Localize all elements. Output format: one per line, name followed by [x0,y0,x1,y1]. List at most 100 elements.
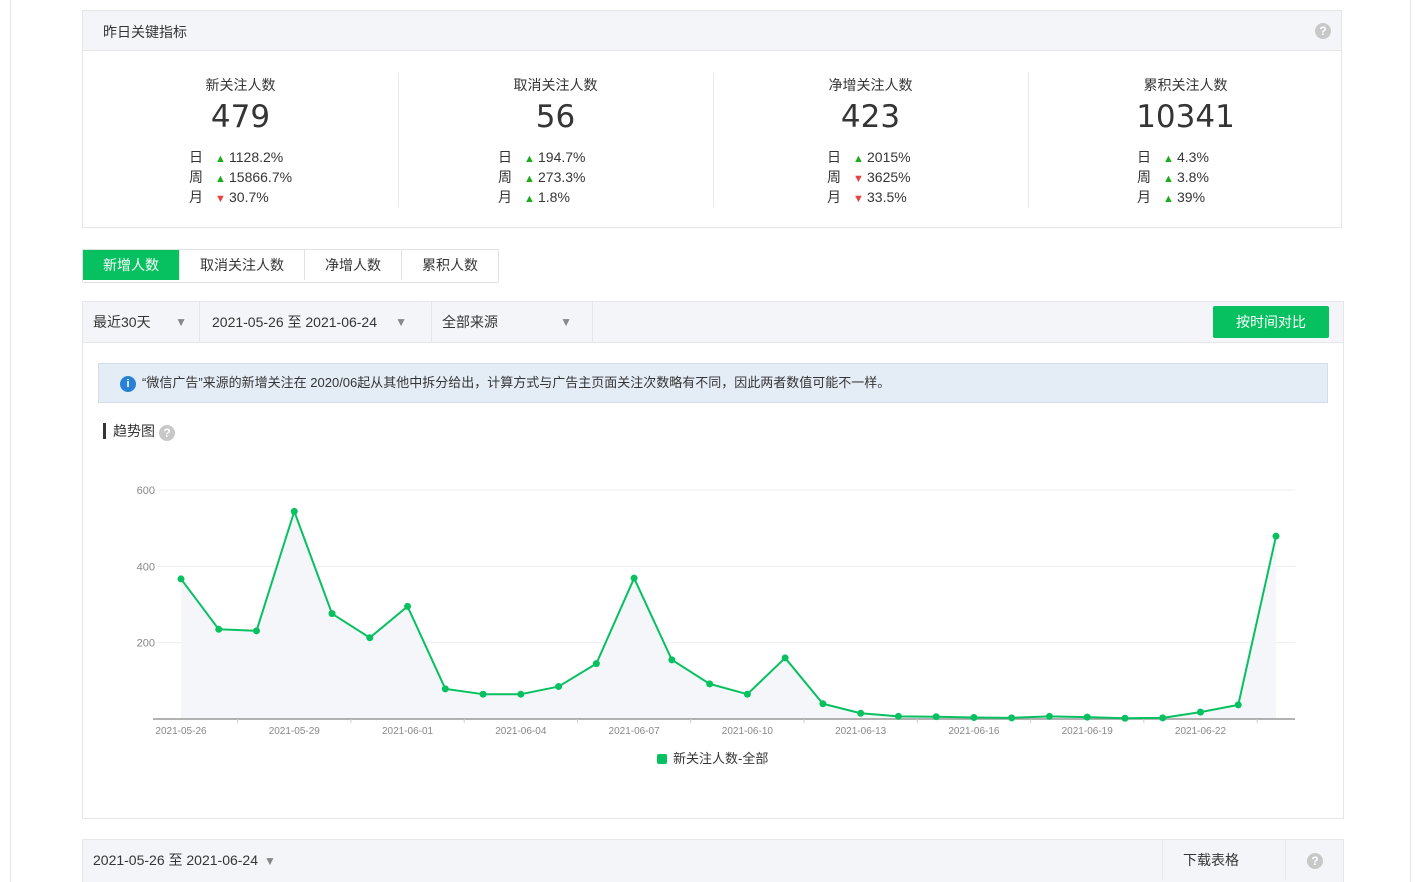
data-point [366,634,374,642]
key-metrics-panel: 昨日关键指标 ? 新关注人数 479 日 ▲ 1128.2% 周 ▲ 15866.7% 月 ▼ 30… [82,10,1342,228]
data-point [932,713,940,721]
change-period: 日 [498,149,512,165]
change-period: 月 [827,189,841,205]
metric-change-row: 月 ▲ 39% [1137,187,1209,207]
x-tick-label: 2021-06-16 [948,726,1000,737]
change-period: 周 [498,169,512,185]
download-table-button[interactable]: 下载表格 [1162,840,1239,880]
metric-name: 新关注人数 [205,77,276,93]
trend-chart: 200 400 600 2021-05-26 2021-05-29 2021-06-01 2… [137,485,1295,737]
metric-change-row: 月 ▼ 30.7% [189,187,292,207]
chevron-down-icon: ▼ [395,315,407,329]
arrow-up-icon: ▲ [524,193,535,205]
metric-name: 取消关注人数 [513,77,598,93]
change-period: 周 [189,169,203,185]
metric-change-row: 周 ▼ 3625% [827,167,911,187]
metric-change-row: 周 ▲ 273.3% [498,167,585,187]
data-point [1121,714,1129,722]
change-period: 日 [1137,149,1151,165]
tab-net-growth[interactable]: 净增人数 [305,250,402,280]
data-point [781,654,789,662]
metric-change-row: 月 ▲ 1.8% [498,187,585,207]
tab-new-followers[interactable]: 新增人数 [83,250,180,280]
period-value: 最近30天 [93,314,151,330]
divider [1285,840,1286,880]
help-icon[interactable]: ? [1315,23,1331,39]
data-point [215,625,223,633]
metric-name: 累积关注人数 [1143,77,1228,93]
arrow-down-icon: ▼ [215,193,226,205]
data-point [404,602,412,610]
metric-value: 479 [210,99,271,135]
tab-unfollows[interactable]: 取消关注人数 [180,250,305,280]
metric-card: 累积关注人数 10341 日 ▲ 4.3% 周 ▲ 3.8% 月 ▲ 39% [1028,73,1343,207]
x-tick-label: 2021-05-26 [155,726,207,737]
data-point [328,610,336,618]
table-toolbar: 2021-05-26 至 2021-06-24 ▼ 下载表格 ? [82,839,1344,882]
data-point [857,709,865,717]
table-date-range-value: 2021-05-26 至 2021-06-24 [93,852,259,868]
change-period: 周 [827,169,841,185]
trend-title: 趋势图 [103,423,155,439]
source-dropdown[interactable]: 全部来源 ▼ [432,302,593,342]
data-point [1045,712,1053,720]
change-percent: 4.3% [1177,149,1209,165]
change-percent: 3.8% [1177,169,1209,185]
change-period: 周 [1137,169,1151,185]
period-dropdown[interactable]: 最近30天 ▼ [83,302,200,342]
metric-change-row: 日 ▲ 194.7% [498,147,585,167]
metric-tabs: 新增人数 取消关注人数 净增人数 累积人数 [82,249,499,283]
metric-change-row: 日 ▲ 4.3% [1137,147,1209,167]
source-value: 全部来源 [442,314,498,330]
metric-card: 净增关注人数 423 日 ▲ 2015% 周 ▼ 3625% 月 ▼ 33.5% [713,73,1028,207]
data-point [1083,713,1091,721]
change-percent: 2015% [867,149,911,165]
metric-changes: 日 ▲ 1128.2% 周 ▲ 15866.7% 月 ▼ 30.7% [189,147,292,207]
metric-change-row: 周 ▲ 15866.7% [189,167,292,187]
compare-by-time-button[interactable]: 按时间对比 [1213,306,1329,338]
trend-panel: 最近30天 ▼ 2021-05-26 至 2021-06-24 ▼ 全部来源 ▼… [82,301,1344,819]
metric-name: 净增关注人数 [828,77,913,93]
chart-legend[interactable]: 新关注人数-全部 [657,748,768,767]
legend-label: 新关注人数-全部 [673,751,769,766]
data-point [555,683,563,691]
arrow-up-icon: ▲ [1163,173,1174,185]
arrow-up-icon: ▲ [524,153,535,165]
change-percent: 1.8% [538,189,570,205]
info-icon: i [120,376,136,392]
data-point [970,713,978,721]
metric-changes: 日 ▲ 2015% 周 ▼ 3625% 月 ▼ 33.5% [827,147,911,207]
series-area [181,511,1276,719]
x-tick-label: 2021-06-10 [722,726,774,737]
data-point [1272,532,1280,540]
key-metrics-title: 昨日关键指标 [103,24,187,40]
date-range-dropdown[interactable]: 2021-05-26 至 2021-06-24 ▼ [200,302,432,342]
data-point [517,690,525,698]
x-tick-label: 2021-06-01 [382,726,434,737]
table-date-range-dropdown[interactable]: 2021-05-26 至 2021-06-24 ▼ [93,840,276,881]
data-point [1159,714,1167,722]
arrow-up-icon: ▲ [215,153,226,165]
help-icon[interactable]: ? [159,425,175,441]
notice-banner: i “微信广告”来源的新增关注在 2020/06起从其他中拆分给出，计算方式与广… [98,363,1328,403]
y-tick-label: 400 [137,561,155,573]
tab-cumulative[interactable]: 累积人数 [402,250,498,280]
help-icon[interactable]: ? [1307,853,1323,869]
metric-card: 取消关注人数 56 日 ▲ 194.7% 周 ▲ 273.3% 月 ▲ 1.8% [398,73,713,207]
arrow-up-icon: ▲ [215,173,226,185]
arrow-down-icon: ▼ [853,193,864,205]
filter-bar: 最近30天 ▼ 2021-05-26 至 2021-06-24 ▼ 全部来源 ▼… [83,302,1343,343]
data-point [706,680,714,688]
x-tick-label: 2021-05-29 [269,726,321,737]
change-percent: 1128.2% [229,149,284,165]
arrow-up-icon: ▲ [1163,153,1174,165]
data-point [668,656,676,664]
change-percent: 33.5% [867,189,907,205]
data-point [743,690,751,698]
metric-change-row: 日 ▲ 1128.2% [189,147,292,167]
chevron-down-icon: ▼ [560,315,572,329]
change-period: 日 [827,149,841,165]
arrow-down-icon: ▼ [853,173,864,185]
change-percent: 15866.7% [229,169,293,185]
change-period: 月 [498,189,512,205]
